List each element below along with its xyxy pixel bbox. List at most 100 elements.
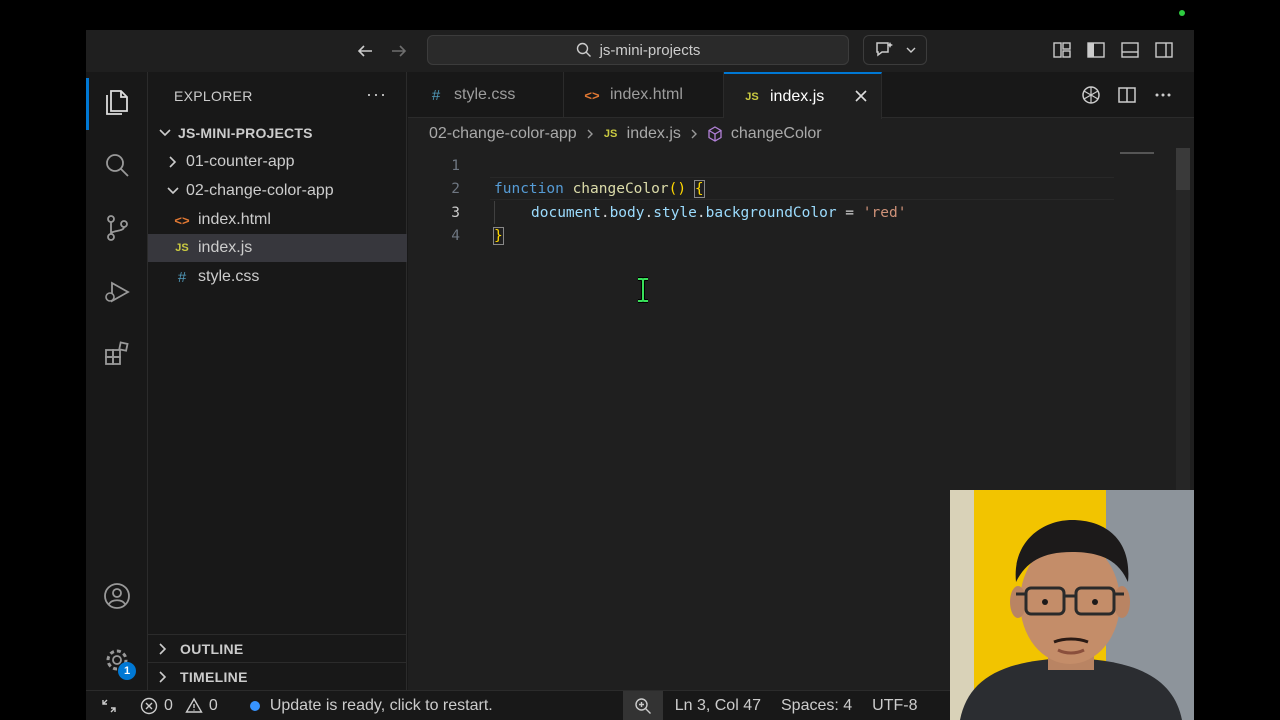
root-folder-label: JS-MINI-PROJECTS [178, 125, 313, 141]
chevron-right-icon [691, 129, 697, 139]
problems-indicator[interactable]: 0 0 [132, 691, 226, 720]
outline-label: OUTLINE [180, 640, 244, 657]
line-content: function changeColor() { [494, 179, 705, 198]
settings-update-badge: 1 [118, 662, 136, 680]
tree-item-label: index.js [198, 239, 253, 256]
toggle-panel-icon[interactable] [1120, 40, 1140, 60]
tree-file-style-css[interactable]: # style.css [148, 263, 407, 291]
line-number: 4 [451, 227, 460, 244]
more-actions-icon[interactable] [1152, 84, 1174, 106]
recording-indicator-icon [1179, 10, 1185, 16]
js-file-icon: JS [603, 128, 618, 140]
scrollbar-thumb[interactable] [1176, 148, 1190, 190]
copilot-chat-button[interactable] [863, 35, 927, 65]
code-line[interactable]: 4 } [408, 224, 1194, 247]
tree-item-label: 02-change-color-app [186, 182, 334, 199]
line-number: 2 [451, 180, 460, 197]
remote-indicator[interactable] [86, 691, 132, 720]
tab-label: index.html [610, 86, 683, 103]
code-line[interactable]: 3 document.body.style.backgroundColor = … [408, 201, 1194, 224]
back-arrow-icon[interactable] [352, 39, 378, 63]
split-editor-icon[interactable] [1116, 84, 1138, 106]
cursor-position[interactable]: Ln 3, Col 47 [667, 691, 769, 720]
breadcrumb-symbol[interactable]: changeColor [731, 125, 822, 143]
tab-index-js[interactable]: JS index.js [724, 72, 882, 119]
sidebar-title: EXPLORER [174, 88, 253, 104]
accounts-activity[interactable] [86, 568, 148, 624]
code-line[interactable]: 1 [408, 154, 1194, 177]
explorer-activity[interactable] [86, 74, 148, 130]
timeline-label: TIMELINE [180, 668, 248, 685]
manage-activity[interactable]: 1 [86, 632, 148, 688]
extensions-icon [105, 341, 129, 365]
update-message: Update is ready, click to restart. [269, 696, 493, 714]
line-content: document.body.style.backgroundColor = 'r… [531, 204, 907, 221]
line-number: 3 [451, 204, 460, 221]
chevron-down-icon [906, 47, 916, 53]
forward-arrow-icon[interactable] [386, 39, 412, 63]
source-control-activity[interactable] [86, 200, 148, 256]
editor-tabs: # style.css <> index.html JS index.js [408, 72, 1194, 119]
encoding-setting[interactable]: UTF-8 [864, 691, 925, 720]
search-label: js-mini-projects [599, 41, 701, 59]
css-file-icon: # [177, 268, 187, 286]
tree-item-label: style.css [198, 268, 260, 285]
zoom-indicator[interactable] [622, 690, 663, 720]
chevron-down-icon [167, 187, 179, 195]
presenter-video [950, 490, 1194, 720]
chevron-right-icon [587, 129, 593, 139]
text-cursor-icon [638, 277, 648, 303]
run-debug-icon [105, 281, 130, 303]
method-cube-icon [708, 126, 722, 142]
editor-actions [1080, 84, 1174, 106]
copilot-icon [876, 42, 893, 57]
html-file-icon: <> [584, 87, 600, 103]
search-activity[interactable] [86, 138, 148, 194]
update-dot-icon [249, 700, 260, 711]
chevron-right-icon [159, 642, 167, 655]
more-actions-icon[interactable]: ··· [366, 84, 387, 105]
tab-index-html[interactable]: <> index.html [564, 72, 724, 118]
timeline-section[interactable]: TIMELINE [148, 662, 407, 690]
extensions-activity[interactable] [86, 326, 148, 382]
root-folder[interactable]: JS-MINI-PROJECTS [148, 119, 407, 147]
html-file-icon: <> [174, 212, 190, 228]
js-file-icon: JS [745, 90, 759, 103]
tree-file-index-js[interactable]: JS index.js [148, 234, 407, 262]
toggle-primary-sidebar-icon[interactable] [1086, 40, 1106, 60]
chatgpt-icon[interactable] [1080, 84, 1102, 106]
run-debug-activity[interactable] [86, 264, 148, 320]
chevron-down-icon [159, 129, 171, 137]
customize-layout-icon[interactable] [1052, 40, 1072, 60]
close-icon[interactable] [851, 86, 871, 106]
tree-folder-02-change-color-app[interactable]: 02-change-color-app [148, 177, 407, 205]
tab-style-css[interactable]: # style.css [408, 72, 564, 118]
command-center-search[interactable]: js-mini-projects [427, 35, 849, 65]
line-content: } [493, 226, 504, 245]
chevron-right-icon [169, 156, 177, 168]
code-line[interactable]: 2 function changeColor() { [408, 177, 1194, 200]
tab-label: style.css [454, 86, 516, 103]
source-control-icon [107, 215, 128, 241]
js-file-icon: JS [175, 242, 189, 254]
chevron-right-icon [159, 670, 167, 683]
remote-icon [102, 699, 116, 712]
indentation-setting[interactable]: Spaces: 4 [773, 691, 860, 720]
toggle-secondary-sidebar-icon[interactable] [1154, 40, 1174, 60]
search-icon [576, 42, 591, 57]
search-icon [106, 154, 129, 177]
breadcrumb-file[interactable]: index.js [627, 125, 681, 143]
error-icon [140, 697, 158, 714]
css-file-icon: # [431, 86, 441, 104]
outline-section[interactable]: OUTLINE [148, 634, 407, 662]
tab-label: index.js [770, 87, 825, 105]
breadcrumb-folder[interactable]: 02-change-color-app [429, 125, 577, 143]
layout-controls [1052, 40, 1174, 60]
minimap[interactable] [1120, 152, 1154, 154]
account-icon [104, 583, 130, 609]
tree-file-index-html[interactable]: <> index.html [148, 206, 407, 234]
tree-folder-01-counter-app[interactable]: 01-counter-app [148, 148, 407, 176]
update-notification[interactable]: Update is ready, click to restart. [242, 691, 501, 720]
error-count: 0 [164, 696, 173, 714]
line-number: 1 [451, 157, 460, 174]
